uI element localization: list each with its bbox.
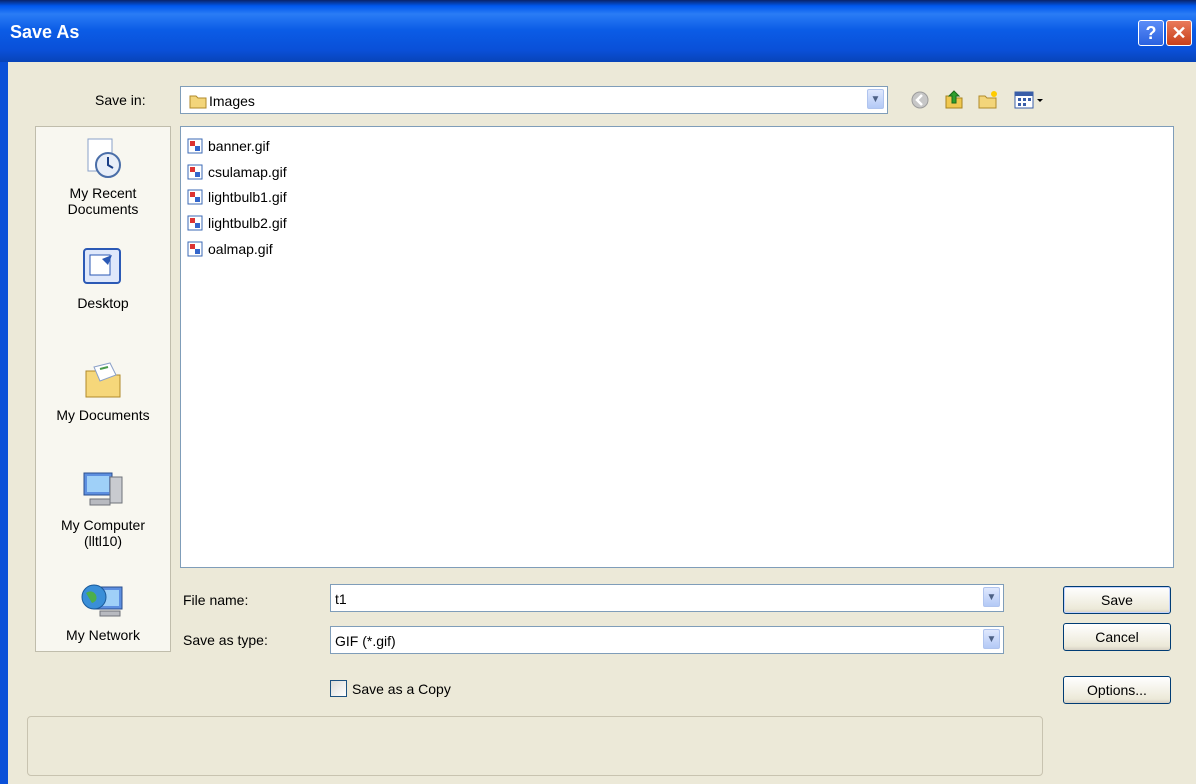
chevron-down-icon[interactable]: ▼ [983,587,1000,607]
my-documents-icon [85,362,121,398]
place-label: Desktop [77,295,129,311]
file-name: csulamap.gif [208,164,287,180]
window-frame-left [0,62,8,784]
chevron-down-icon[interactable]: ▼ [867,89,884,109]
options-button[interactable]: Options... [1063,676,1171,704]
gif-file-icon [187,164,203,180]
desktop-icon [83,248,121,284]
my-network-icon [81,584,123,617]
file-name: banner.gif [208,138,270,154]
file-item[interactable]: oalmap.gif [187,238,273,260]
folder-icon [189,95,207,109]
chevron-down-icon[interactable]: ▼ [983,629,1000,649]
save-as-type-value: GIF (*.gif) [335,633,396,649]
window-title: Save As [10,22,80,42]
file-item[interactable]: banner.gif [187,135,270,157]
file-item[interactable]: lightbulb1.gif [187,186,287,208]
cancel-button[interactable]: Cancel [1063,623,1171,651]
place-label: My Computer [60,517,146,533]
file-name: lightbulb1.gif [208,189,287,205]
title-bar[interactable]: Save As ? ✕ [0,0,1196,62]
save-button[interactable]: Save [1063,586,1171,614]
up-folder-icon[interactable] [942,88,966,112]
place-label: My Network [66,627,140,643]
gif-file-icon [187,189,203,205]
save-as-dialog: Save As ? ✕ Save in: Images ▼ My Recent … [0,0,1196,784]
save-as-type-dropdown[interactable]: GIF (*.gif) ▼ [330,626,1004,654]
place-desktop[interactable]: Desktop [36,245,170,311]
status-panel [27,716,1043,776]
my-computer-icon [83,472,123,506]
file-name-label: File name: [183,592,249,608]
file-name-value[interactable]: t1 [335,591,347,607]
save-as-copy-label[interactable]: Save as a Copy [352,681,451,697]
gif-file-icon [187,241,203,257]
gif-file-icon [187,138,203,154]
place-label: My Recent [69,185,137,201]
file-item[interactable]: csulamap.gif [187,161,287,183]
place-label: Documents [67,201,139,217]
views-menu-icon[interactable] [1012,88,1046,112]
help-button[interactable]: ? [1138,20,1164,46]
file-name: lightbulb2.gif [208,215,287,231]
file-name: oalmap.gif [208,241,273,257]
save-as-type-label: Save as type: [183,632,268,648]
place-label: My Documents [56,407,150,423]
file-list[interactable]: banner.gif csulamap.gif lightbulb1.gif l… [180,126,1174,568]
file-name-field[interactable]: t1 ▼ [330,584,1004,612]
save-in-label: Save in: [95,92,146,108]
place-my-network[interactable]: My Network [36,577,170,643]
places-bar: My Recent Documents Desktop My Documents [35,126,171,652]
place-my-documents[interactable]: My Documents [36,357,170,423]
new-folder-icon[interactable] [976,88,1000,112]
place-my-computer[interactable]: My Computer (lltl10) [36,467,170,549]
save-in-dropdown[interactable]: Images ▼ [180,86,888,114]
save-as-copy-checkbox[interactable] [330,680,347,697]
place-my-recent-documents[interactable]: My Recent Documents [36,135,170,217]
save-in-value: Images [209,93,255,109]
place-label: (lltl10) [83,533,123,549]
file-item[interactable]: lightbulb2.gif [187,212,287,234]
back-icon[interactable] [908,88,932,112]
recent-documents-icon [87,138,121,178]
gif-file-icon [187,215,203,231]
close-button[interactable]: ✕ [1166,20,1192,46]
